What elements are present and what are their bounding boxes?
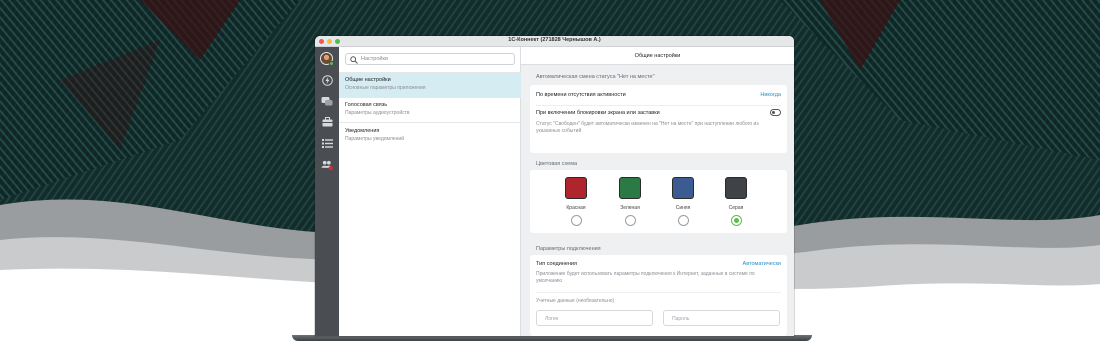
connection-type-select[interactable]: Автоматически [743, 261, 781, 267]
swatch-red[interactable] [565, 177, 587, 199]
radio-green[interactable] [625, 215, 636, 226]
search-placeholder: Настройки [361, 56, 388, 62]
away-settings-card: По времени отсутствия активности Никогда… [530, 85, 787, 153]
chat-icon[interactable] [321, 95, 333, 107]
login-field[interactable]: Логин [536, 310, 653, 326]
radio-blue[interactable] [678, 215, 689, 226]
radio-selected-dot [734, 218, 739, 223]
search-input[interactable]: Настройки [345, 53, 515, 65]
bolt-icon[interactable] [321, 74, 333, 86]
search-icon [350, 56, 358, 64]
toggle-knob [772, 111, 775, 114]
settings-item-subtitle: Параметры уведомлений [345, 136, 404, 142]
swatch-blue[interactable] [672, 177, 694, 199]
settings-item-title: Голосовая связь [345, 102, 388, 108]
settings-list-panel: Настройки Общие настройки Основные парам… [339, 47, 521, 336]
away-section-label: Автоматическая смена статуса "Нет на мес… [536, 74, 655, 80]
divider [536, 105, 781, 106]
group-icon[interactable] [321, 159, 333, 171]
settings-content: Общие настройки Автоматическая смена ста… [521, 47, 794, 336]
swatch-label: Красная [566, 205, 586, 211]
app-window: 1С-Коннект (271828 Чернышов А.) Настройк… [315, 36, 794, 336]
online-status-badge [329, 61, 334, 66]
settings-item-title: Уведомления [345, 128, 380, 134]
settings-item-voice[interactable]: Голосовая связь Параметры аудиоустройств [339, 98, 521, 122]
screen-lock-label: При включении блокировки экрана или заст… [536, 110, 660, 116]
settings-item-subtitle: Параметры аудиоустройств [345, 110, 410, 116]
settings-item-notifications[interactable]: Уведомления Параметры уведомлений [339, 124, 521, 148]
swatch-gray[interactable] [725, 177, 747, 199]
radio-gray[interactable] [731, 215, 742, 226]
list-icon[interactable] [321, 137, 333, 149]
settings-item-subtitle: Основные параметры приложения [345, 85, 426, 91]
login-placeholder: Логин [545, 316, 559, 322]
swatch-label: Зеленая [620, 205, 640, 211]
divider [339, 122, 521, 123]
credentials-label: Учетные данные (необязательно) [536, 298, 615, 304]
connection-section-label: Параметры подключения [536, 246, 601, 252]
away-status-description: Статус "Свободен" будет автоматически из… [536, 121, 759, 134]
idle-time-select[interactable]: Никогда [760, 92, 781, 98]
briefcase-icon[interactable] [321, 116, 333, 128]
swatch-green[interactable] [619, 177, 641, 199]
radio-red[interactable] [571, 215, 582, 226]
title-bar: 1С-Коннект (271828 Чернышов А.) [315, 36, 794, 47]
connection-card: Тип соединения Автоматически Приложение … [530, 255, 787, 336]
navigation-rail [315, 47, 339, 336]
color-scheme-label: Цветовая схема [536, 161, 578, 167]
password-field[interactable]: Пароль [663, 310, 780, 326]
settings-item-general[interactable]: Общие настройки Основные параметры прило… [339, 73, 521, 97]
page-title: Общие настройки [521, 47, 794, 65]
divider [536, 292, 781, 293]
settings-item-title: Общие настройки [345, 77, 391, 83]
idle-time-label: По времени отсутствия активности [536, 92, 626, 98]
swatch-label: Серая [728, 205, 744, 211]
swatch-label: Синяя [675, 205, 691, 211]
password-placeholder: Пароль [672, 316, 690, 322]
screen-lock-toggle[interactable] [770, 109, 781, 116]
color-scheme-card: Красная Зеленая Синяя Серая [530, 170, 787, 233]
connection-type-label: Тип соединения [536, 261, 577, 267]
connection-description: Приложение будет использовать параметры … [536, 271, 755, 284]
window-title: 1С-Коннект (271828 Чернышов А.) [508, 37, 601, 43]
